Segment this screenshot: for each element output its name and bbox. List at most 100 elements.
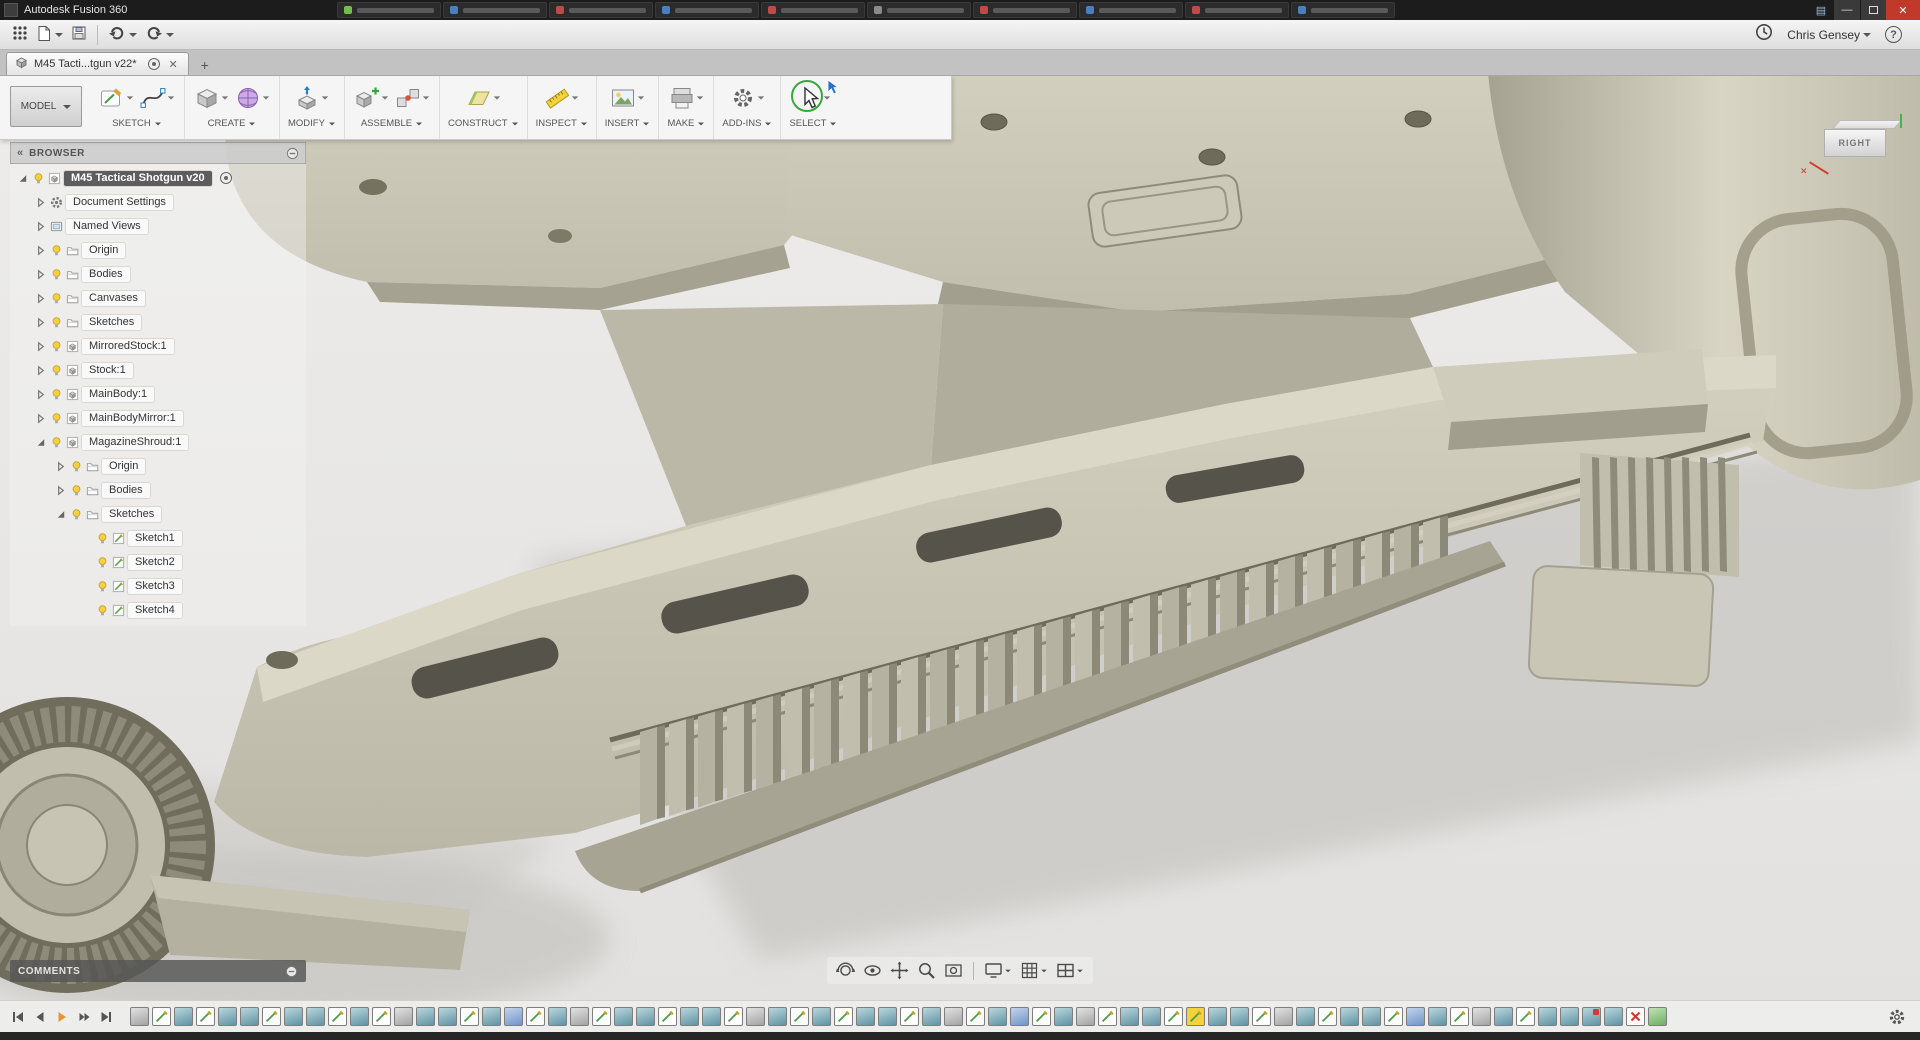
browser-root-component[interactable]: M45 Tactical Shotgun v20	[10, 166, 306, 190]
browser-item-sketches[interactable]: Sketches	[10, 310, 306, 334]
browser-item-sketch4[interactable]: Sketch4	[10, 598, 306, 622]
browser-item-mainbody-1[interactable]: MainBody:1	[10, 382, 306, 406]
timeline-feature-feature[interactable]	[1230, 1007, 1249, 1026]
timeline-feature-sketch[interactable]	[1384, 1007, 1403, 1026]
step-forward-button[interactable]	[74, 1007, 94, 1027]
timeline-feature-sketch[interactable]	[1164, 1007, 1183, 1026]
viewcube-top-face[interactable]	[1832, 120, 1902, 129]
create-form-button[interactable]	[234, 84, 271, 112]
comments-bar[interactable]: COMMENTS	[10, 960, 306, 982]
collapse-panel-icon[interactable]: «	[17, 147, 21, 159]
timeline-feature-feature[interactable]	[636, 1007, 655, 1026]
ribbon-group-label[interactable]: MAKE	[667, 118, 705, 129]
timeline-feature-feature[interactable]	[1208, 1007, 1227, 1026]
timeline-feature-feature[interactable]	[768, 1007, 787, 1026]
save-button[interactable]	[67, 23, 91, 47]
timeline-feature-sketch[interactable]	[196, 1007, 215, 1026]
play-button[interactable]	[52, 1007, 72, 1027]
browser-item-sketch1[interactable]: Sketch1	[10, 526, 306, 550]
browser-item-stock-1[interactable]: Stock:1	[10, 358, 306, 382]
help-button[interactable]: ?	[1885, 26, 1902, 43]
spline-button[interactable]	[139, 84, 176, 112]
browser-item-origin[interactable]: Origin	[10, 238, 306, 262]
timeline-feature-gray[interactable]	[394, 1007, 413, 1026]
timeline-feature-feature[interactable]	[284, 1007, 303, 1026]
timeline-feature-sketch[interactable]	[790, 1007, 809, 1026]
ribbon-group-label[interactable]: SELECT	[789, 118, 837, 129]
timeline-feature-sketch[interactable]	[1252, 1007, 1271, 1026]
display-settings-button[interactable]	[981, 959, 1015, 982]
browser-item-bodies[interactable]: Bodies	[10, 262, 306, 286]
make-print-button[interactable]	[668, 84, 705, 112]
timeline-feature-gray[interactable]	[1472, 1007, 1491, 1026]
timeline-feature-sketch[interactable]	[1516, 1007, 1535, 1026]
external-browser-tab[interactable]	[1079, 2, 1183, 18]
grid-display-button[interactable]	[1017, 959, 1051, 982]
viewports-button[interactable]	[1053, 959, 1087, 982]
document-tab[interactable]: M45 Tacti...tgun v22* ✕	[6, 52, 189, 75]
ribbon-group-label[interactable]: SKETCH	[112, 118, 162, 129]
timeline-feature-feature[interactable]	[988, 1007, 1007, 1026]
notifications-clock-icon[interactable]	[1755, 23, 1773, 46]
timeline-feature-gray[interactable]	[130, 1007, 149, 1026]
3d-viewport[interactable]: RIGHT ✕ « BROWSER M45 Tactical Shotgun v…	[0, 76, 1920, 1000]
workspace-selector-button[interactable]: MODEL	[10, 86, 82, 127]
timeline-feature-feature[interactable]	[922, 1007, 941, 1026]
timeline-feature-feature[interactable]	[1494, 1007, 1513, 1026]
expand-arrow-icon[interactable]	[16, 172, 29, 185]
timeline-feature-sketch[interactable]	[834, 1007, 853, 1026]
external-browser-tab[interactable]	[655, 2, 759, 18]
new-component-button[interactable]	[353, 84, 390, 112]
timeline-settings-gear-icon[interactable]	[1888, 1008, 1906, 1026]
timeline-feature-feature[interactable]	[1340, 1007, 1359, 1026]
browser-item-origin[interactable]: Origin	[10, 454, 306, 478]
browser-panel-header[interactable]: « BROWSER	[10, 142, 306, 164]
timeline-feature-feature[interactable]	[1296, 1007, 1315, 1026]
timeline-feature-sketch[interactable]	[658, 1007, 677, 1026]
timeline-feature-feature[interactable]	[482, 1007, 501, 1026]
timeline-feature-feature[interactable]	[812, 1007, 831, 1026]
browser-item-sketch2[interactable]: Sketch2	[10, 550, 306, 574]
fit-button[interactable]	[941, 959, 966, 982]
timeline-feature-marker[interactable]	[1648, 1007, 1667, 1026]
file-menu-button[interactable]	[32, 23, 67, 47]
timeline-feature-sketch[interactable]	[966, 1007, 985, 1026]
ribbon-group-label[interactable]: ASSEMBLE	[361, 118, 423, 129]
skip-to-end-button[interactable]	[96, 1007, 116, 1027]
timeline-feature-blue[interactable]	[1406, 1007, 1425, 1026]
browser-item-mainbodymirror-1[interactable]: MainBodyMirror:1	[10, 406, 306, 430]
timeline-feature-sketch[interactable]	[592, 1007, 611, 1026]
timeline-feature-blue[interactable]	[504, 1007, 523, 1026]
timeline-feature-sketch[interactable]	[900, 1007, 919, 1026]
external-browser-tab[interactable]	[973, 2, 1077, 18]
maximize-button[interactable]	[1860, 0, 1886, 20]
timeline-feature-sketch[interactable]	[526, 1007, 545, 1026]
timeline-feature-feature[interactable]	[218, 1007, 237, 1026]
timeline-feature-feature[interactable]	[240, 1007, 259, 1026]
timeline-feature-feature[interactable]	[548, 1007, 567, 1026]
minimize-button[interactable]: —	[1834, 0, 1860, 20]
timeline-feature-sketch[interactable]	[460, 1007, 479, 1026]
app-launcher-button[interactable]	[8, 23, 32, 47]
undo-button[interactable]	[104, 23, 141, 47]
widget-icon[interactable]: ▤	[1808, 0, 1834, 20]
timeline-feature-feature[interactable]	[1560, 1007, 1579, 1026]
minimize-comments-icon[interactable]	[285, 965, 298, 978]
construct-plane-button[interactable]	[465, 84, 502, 112]
timeline-feature-feature[interactable]	[438, 1007, 457, 1026]
timeline-feature-feature[interactable]	[416, 1007, 435, 1026]
ribbon-group-label[interactable]: MODIFY	[288, 118, 336, 129]
external-browser-tab[interactable]	[443, 2, 547, 18]
timeline-feature-feature[interactable]	[614, 1007, 633, 1026]
viewcube[interactable]: RIGHT ✕	[1824, 120, 1894, 157]
external-browser-tab[interactable]	[761, 2, 865, 18]
joint-button[interactable]	[394, 84, 431, 112]
browser-item-document-settings[interactable]: Document Settings	[10, 190, 306, 214]
timeline-feature-sketch[interactable]	[1098, 1007, 1117, 1026]
timeline-feature-feature[interactable]	[1142, 1007, 1161, 1026]
minimize-panel-icon[interactable]	[286, 147, 299, 160]
timeline-feature-gray[interactable]	[1274, 1007, 1293, 1026]
look-at-button[interactable]	[860, 959, 885, 982]
ribbon-group-label[interactable]: INSPECT	[536, 118, 588, 129]
timeline-feature-feature[interactable]	[1538, 1007, 1557, 1026]
